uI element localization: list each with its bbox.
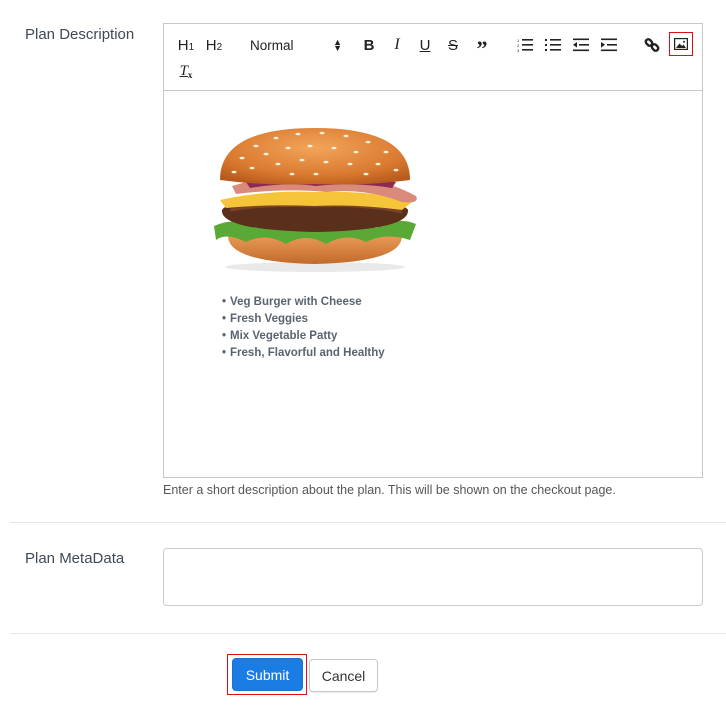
image-icon (674, 38, 688, 50)
heading-1-button[interactable]: H1 (176, 34, 196, 56)
bullet-list-icon (545, 39, 561, 51)
bullet-item: Fresh, Flavorful and Healthy (222, 345, 385, 362)
bullet-list-button[interactable] (544, 34, 562, 56)
indent-icon (601, 38, 617, 52)
bold-icon: B (363, 36, 375, 54)
submit-button[interactable]: Submit (232, 658, 303, 691)
section-divider (10, 522, 726, 523)
bullet-item: Fresh Veggies (222, 311, 385, 328)
quote-icon: ” (476, 36, 488, 61)
strike-icon: S (447, 36, 458, 54)
underline-button[interactable]: U (417, 34, 433, 56)
select-arrows-icon: ▲ ▼ (333, 37, 342, 53)
image-button[interactable] (669, 32, 693, 56)
italic-button[interactable]: I (389, 34, 405, 56)
svg-text:3: 3 (517, 48, 520, 52)
clean-format-button[interactable]: Tx (178, 60, 194, 82)
strike-button[interactable]: S (445, 34, 461, 56)
editor-content[interactable]: Veg Burger with Cheese Fresh Veggies Mix… (164, 92, 702, 477)
link-icon (644, 38, 660, 52)
plan-description-label: Plan Description (25, 26, 135, 43)
outdent-icon (573, 38, 589, 52)
format-select[interactable]: Normal ▲ ▼ (250, 34, 342, 56)
bullet-item: Veg Burger with Cheese (222, 294, 385, 311)
plan-metadata-label: Plan MetaData (25, 550, 125, 567)
burger-image (214, 128, 417, 272)
section-divider (10, 633, 726, 634)
editor-toolbar: H1 H2 Normal ▲ ▼ B I U S ” 123 T x (164, 24, 702, 91)
plan-description-help-text: Enter a short description about the plan… (163, 483, 616, 497)
plan-description-editor: H1 H2 Normal ▲ ▼ B I U S ” 123 T x • Veg… (163, 23, 703, 478)
outdent-button[interactable] (572, 34, 590, 56)
underline-icon: U (419, 36, 431, 54)
link-button[interactable] (643, 34, 661, 56)
format-select-value: Normal (250, 37, 294, 53)
italic-icon: I (394, 36, 400, 53)
bold-button[interactable]: B (361, 34, 377, 56)
blockquote-button[interactable]: ” (473, 34, 491, 61)
indent-button[interactable] (600, 34, 618, 56)
ordered-list-button[interactable]: 123 (516, 34, 534, 56)
heading-2-button[interactable]: H2 (204, 34, 224, 56)
ordered-list-icon: 123 (517, 38, 533, 52)
description-bullet-list: Veg Burger with Cheese Fresh Veggies Mix… (222, 294, 385, 362)
cancel-button[interactable]: Cancel (309, 659, 378, 692)
plan-metadata-input[interactable] (163, 548, 703, 606)
clear-format-icon: T (179, 62, 188, 79)
bullet-item: Mix Vegetable Patty (222, 328, 385, 345)
